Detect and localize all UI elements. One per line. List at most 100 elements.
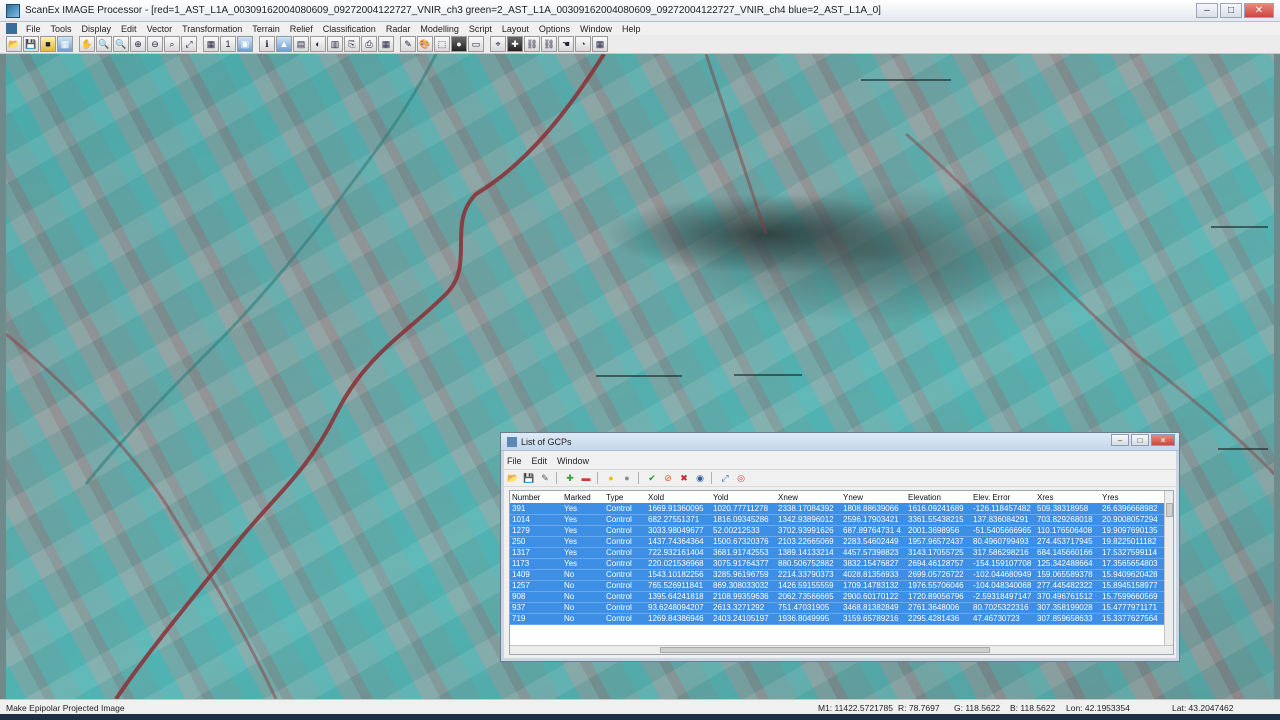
menu-help[interactable]: Help <box>617 24 646 34</box>
table-row[interactable]: 1409 No Control 1543.10182256 3285.96196759 2… <box>510 569 1165 581</box>
menu-file[interactable]: File <box>21 24 46 34</box>
save-icon[interactable]: 💾 <box>23 36 39 52</box>
dialog-menu-file[interactable]: File <box>507 456 522 466</box>
dialog-menu-edit[interactable]: Edit <box>532 456 548 466</box>
table-row[interactable]: 250 Yes Control 1437.74364364 1500.67320376 2… <box>510 536 1165 548</box>
table-row[interactable]: 1317 Yes Control 722.932161404 3681.91742553… <box>510 547 1165 559</box>
edit-icon[interactable]: ✎ <box>538 471 552 485</box>
zoom-actual-icon[interactable]: 1 <box>220 36 236 52</box>
column-header[interactable]: Type <box>604 491 646 503</box>
menu-display[interactable]: Display <box>77 24 117 34</box>
dialog-title-bar[interactable]: List of GCPs – □ ✕ <box>501 433 1179 451</box>
yellow-icon[interactable]: ■ <box>40 36 56 52</box>
check-icon[interactable]: ✔ <box>645 471 659 485</box>
menu-radar[interactable]: Radar <box>381 24 416 34</box>
menu-script[interactable]: Script <box>464 24 497 34</box>
menu-modelling[interactable]: Modelling <box>415 24 464 34</box>
table-row[interactable]: 908 No Control 1395.64241818 2108.99359636 20… <box>510 591 1165 603</box>
menu-vector[interactable]: Vector <box>142 24 178 34</box>
fit-window-icon[interactable]: ⤢ <box>181 36 197 52</box>
column-header[interactable]: Elevation <box>906 491 971 503</box>
color-icon[interactable]: 🎨 <box>417 36 433 52</box>
menu-transformation[interactable]: Transformation <box>177 24 247 34</box>
menu-window[interactable]: Window <box>575 24 617 34</box>
table-row[interactable]: 1173 Yes Control 220.021536968 3075.91764377… <box>510 558 1165 570</box>
table-row[interactable]: 719 No Control 1269.84386946 2403.24105197 19… <box>510 613 1165 625</box>
document-icon[interactable] <box>6 23 17 34</box>
frame-icon[interactable]: ▣ <box>237 36 253 52</box>
blue-chart-icon[interactable]: ▲ <box>276 36 292 52</box>
zoom-fit-icon[interactable]: ⊖ <box>147 36 163 52</box>
pin-icon[interactable]: ⌖ <box>490 36 506 52</box>
link-icon[interactable]: ⤢ <box>718 471 732 485</box>
table-row[interactable]: 1257 No Control 765.526911841 869.308033032 1… <box>510 580 1165 592</box>
record-icon[interactable]: ● <box>451 36 467 52</box>
link-icon[interactable]: ⛓ <box>524 36 540 52</box>
pan-icon[interactable]: ✋ <box>79 36 95 52</box>
zoom-box-icon[interactable]: ⊕ <box>130 36 146 52</box>
zoom-out-icon[interactable]: 🔍 <box>113 36 129 52</box>
crosshair-icon[interactable]: ✚ <box>507 36 523 52</box>
add-point-icon[interactable]: ✚ <box>563 471 577 485</box>
menu-terrain[interactable]: Terrain <box>247 24 285 34</box>
column-header[interactable]: Number <box>510 491 562 503</box>
table-icon[interactable]: ▦ <box>592 36 608 52</box>
grid2-icon[interactable]: ▦ <box>378 36 394 52</box>
dialog-close-button[interactable]: ✕ <box>1151 434 1175 446</box>
column-header[interactable]: Xnew <box>776 491 841 503</box>
select-icon[interactable]: ⬚ <box>434 36 450 52</box>
maximize-button[interactable]: □ <box>1220 3 1242 18</box>
column-header[interactable]: Yres <box>1100 491 1165 503</box>
copy-icon[interactable]: ⎘ <box>344 36 360 52</box>
column-header[interactable]: Yold <box>711 491 776 503</box>
tool-icon[interactable]: ✎ <box>400 36 416 52</box>
gauge-icon[interactable]: ◔ <box>575 36 591 52</box>
yellow-circle-icon[interactable]: ● <box>604 471 618 485</box>
close-button[interactable]: ✕ <box>1244 3 1274 18</box>
gray-circle-icon[interactable]: ● <box>620 471 634 485</box>
vertical-scrollbar[interactable] <box>1164 491 1173 654</box>
minimize-button[interactable]: – <box>1196 3 1218 18</box>
menu-tools[interactable]: Tools <box>46 24 77 34</box>
table-row[interactable]: 1014 Yes Control 682.27551371 1816.09345286 1… <box>510 514 1165 526</box>
layers-icon[interactable]: ▦ <box>57 36 73 52</box>
info-icon[interactable]: ℹ <box>259 36 275 52</box>
window-icon[interactable]: ▭ <box>468 36 484 52</box>
table-row[interactable]: 1279 Yes Control 3033.98049677 52.00212533 37… <box>510 525 1165 537</box>
dialog-maximize-button[interactable]: □ <box>1131 434 1149 446</box>
column-header[interactable]: Xold <box>646 491 711 503</box>
zoom-in-icon[interactable]: 🔍 <box>96 36 112 52</box>
table-row[interactable]: 391 Yes Control 1669.91360095 1020.77711278 2… <box>510 503 1165 515</box>
remove-point-icon[interactable]: ▬ <box>579 471 593 485</box>
menu-edit[interactable]: Edit <box>116 24 142 34</box>
grid-icon[interactable]: ▦ <box>203 36 219 52</box>
menu-options[interactable]: Options <box>534 24 575 34</box>
save-icon[interactable]: 💾 <box>522 471 536 485</box>
open-icon[interactable]: 📂 <box>6 36 22 52</box>
globe-icon[interactable]: ◉ <box>693 471 707 485</box>
menu-layout[interactable]: Layout <box>497 24 534 34</box>
hand-icon[interactable]: ☚ <box>558 36 574 52</box>
scroll-thumb[interactable] <box>1166 503 1173 517</box>
horizontal-scrollbar[interactable] <box>510 645 1173 654</box>
dialog-minimize-button[interactable]: – <box>1111 434 1129 446</box>
table-row[interactable]: 937 No Control 93.6248094207 2613.3271292 751… <box>510 602 1165 614</box>
column-header[interactable]: Xres <box>1035 491 1100 503</box>
stop-icon[interactable]: ⊘ <box>661 471 675 485</box>
open-icon[interactable]: 📂 <box>506 471 520 485</box>
histogram-icon[interactable]: ▤ <box>293 36 309 52</box>
column-header[interactable]: Elev. Error <box>971 491 1035 503</box>
column-header[interactable]: Marked <box>562 491 604 503</box>
scroll-thumb[interactable] <box>660 647 990 653</box>
print-icon[interactable]: ⎙ <box>361 36 377 52</box>
dialog-menu-window[interactable]: Window <box>557 456 589 466</box>
contrast-icon[interactable]: ◐ <box>310 36 326 52</box>
column-header[interactable]: Ynew <box>841 491 906 503</box>
band-icon[interactable]: ▥ <box>327 36 343 52</box>
menu-relief[interactable]: Relief <box>285 24 318 34</box>
zoom-icon[interactable]: ⌕ <box>164 36 180 52</box>
link2-icon[interactable]: ⛓ <box>541 36 557 52</box>
delete-icon[interactable]: ✖ <box>677 471 691 485</box>
menu-classification[interactable]: Classification <box>318 24 381 34</box>
target-icon[interactable]: ◎ <box>734 471 748 485</box>
